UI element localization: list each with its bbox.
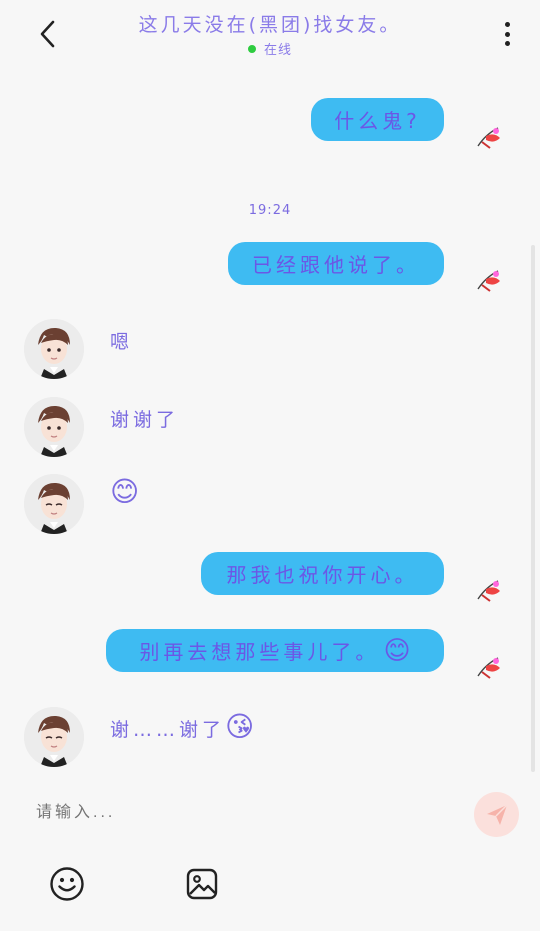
message-received[interactable]: 嗯	[110, 327, 133, 354]
send-button[interactable]	[474, 792, 519, 837]
contact-avatar[interactable]	[24, 474, 84, 534]
kiss-emoji: 😘	[225, 710, 255, 743]
sender-avatar-icon	[477, 580, 500, 602]
sender-avatar-icon	[477, 127, 500, 149]
image-button[interactable]	[182, 864, 222, 904]
status-label: 在线	[263, 43, 292, 58]
message-bubble-sent[interactable]: 什么鬼?	[311, 98, 444, 141]
message-input[interactable]	[34, 803, 458, 823]
chat-title: 这几天没在(黑团)找女友。	[138, 14, 402, 36]
smile-emoji: 😊	[383, 635, 411, 666]
contact-avatar[interactable]	[24, 397, 84, 457]
contact-avatar-image	[24, 397, 84, 457]
online-dot	[247, 44, 256, 53]
message-received[interactable]: 谢……谢了😘	[110, 710, 254, 743]
message-received[interactable]: 😊	[110, 475, 139, 508]
message-bubble-sent[interactable]: 已经跟他说了。	[228, 242, 444, 285]
image-icon	[186, 868, 218, 900]
message-received[interactable]: 谢谢了	[110, 405, 179, 432]
contact-avatar-image	[24, 707, 84, 767]
more-vertical-icon	[504, 22, 510, 27]
chat-header: 这几天没在(黑团)找女友。 在线	[0, 0, 540, 66]
message-text: 什么鬼?	[334, 109, 421, 133]
emoji-icon	[50, 867, 84, 901]
sender-avatar-icon	[477, 657, 500, 679]
send-icon	[486, 803, 508, 825]
smile-emoji: 😊	[110, 475, 140, 508]
online-status: 在线	[0, 39, 540, 58]
contact-avatar[interactable]	[24, 319, 84, 379]
sender-avatar-icon	[477, 270, 500, 292]
scrollbar[interactable]	[531, 245, 535, 772]
contact-avatar[interactable]	[24, 707, 84, 767]
contact-avatar-image	[24, 474, 84, 534]
more-options-button[interactable]	[494, 18, 520, 50]
message-text: 别再去想那些事儿了。	[139, 640, 380, 664]
emoji-button[interactable]	[47, 864, 87, 904]
message-bubble-sent[interactable]: 那我也祝你开心。	[201, 552, 444, 595]
timestamp: 19:24	[248, 203, 292, 218]
message-text: 那我也祝你开心。	[226, 563, 419, 587]
message-bubble-sent[interactable]: 别再去想那些事儿了。 😊	[106, 629, 444, 672]
message-text: 已经跟他说了。	[252, 253, 420, 277]
message-text: 谢……谢了	[110, 719, 226, 741]
contact-avatar-image	[24, 319, 84, 379]
